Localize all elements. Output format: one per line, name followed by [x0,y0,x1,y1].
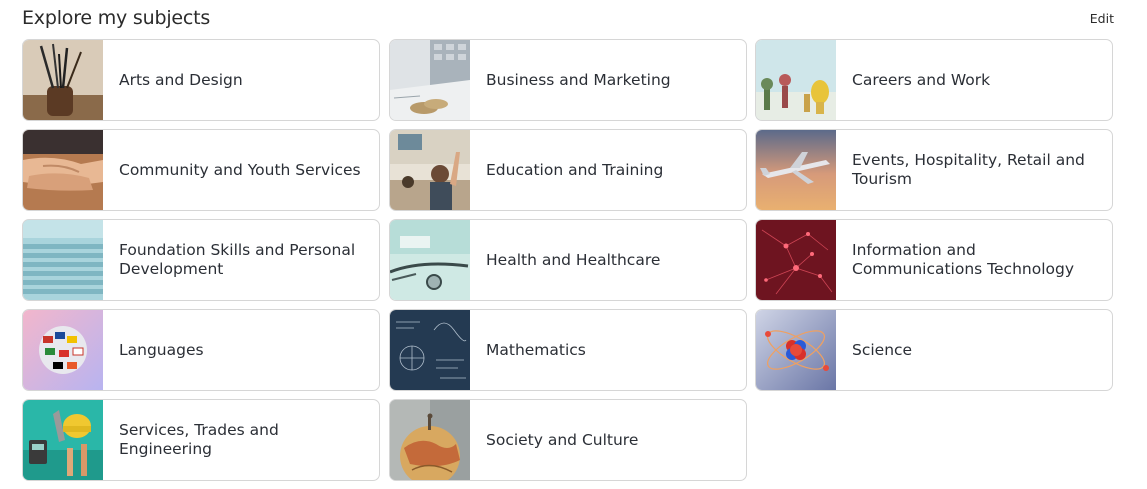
subject-label: Careers and Work [852,70,991,89]
classroom-hand-raised-image [390,130,470,210]
subject-card-science[interactable]: Science [755,309,1113,391]
chalkboard-formulas-image [390,310,470,390]
subject-card-education-and-training[interactable]: Education and Training [389,129,747,211]
staircase-image [23,220,103,300]
subject-label: Health and Healthcare [486,250,661,269]
stethoscope-image [390,220,470,300]
globe-image [390,400,470,480]
subject-label: Events, Hospitality, Retail and Tourism [852,151,1085,188]
subject-label: Languages [119,340,204,359]
subjects-header: Explore my subjects Edit [22,6,1114,34]
subject-label: Foundation Skills and Personal Developme… [119,241,356,278]
subject-label: Business and Marketing [486,70,671,89]
atom-model-image [756,310,836,390]
holding-hands-image [23,130,103,210]
subject-label: Science [852,340,913,359]
section-title: Explore my subjects [22,7,211,29]
subject-label: Society and Culture [486,430,639,449]
calculator-coins-image [390,40,470,120]
edit-link[interactable]: Edit [1090,11,1114,26]
subject-label: Mathematics [486,340,586,359]
airplane-sunset-image [756,130,836,210]
art-brushes-image [23,40,103,120]
subject-card-health-and-healthcare[interactable]: Health and Healthcare [389,219,747,301]
subject-card-society-and-culture[interactable]: Society and Culture [389,399,747,481]
subject-card-mathematics[interactable]: Mathematics [389,309,747,391]
subject-card-events-hospitality-retail-tourism[interactable]: Events, Hospitality, Retail and Tourism [755,129,1113,211]
tools-hands-image [756,40,836,120]
subject-card-foundation-skills[interactable]: Foundation Skills and Personal Developme… [22,219,380,301]
subject-card-services-trades-engineering[interactable]: Services, Trades and Engineering [22,399,380,481]
subject-card-community-and-youth-services[interactable]: Community and Youth Services [22,129,380,211]
subject-label: Education and Training [486,160,664,179]
subject-label: Information and Communications Technolog… [852,241,1074,278]
subject-card-arts-and-design[interactable]: Arts and Design [22,39,380,121]
subject-label: Arts and Design [119,70,243,89]
subject-card-careers-and-work[interactable]: Careers and Work [755,39,1113,121]
subject-label: Community and Youth Services [119,160,361,179]
trade-tools-image [23,400,103,480]
network-nodes-image [756,220,836,300]
subject-card-business-and-marketing[interactable]: Business and Marketing [389,39,747,121]
subject-card-ict[interactable]: Information and Communications Technolog… [755,219,1113,301]
subject-label: Services, Trades and Engineering [119,421,279,458]
subject-card-languages[interactable]: Languages [22,309,380,391]
globe-flags-image [23,310,103,390]
